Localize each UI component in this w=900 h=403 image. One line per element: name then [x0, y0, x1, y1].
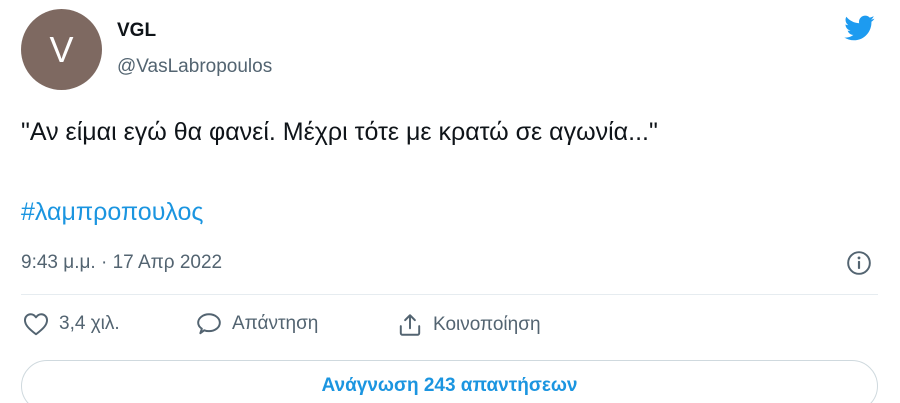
tweet-text: "Αν είμαι εγώ θα φανεί. Μέχρι τότε με κρ…: [21, 118, 658, 146]
hashtag-link[interactable]: #λαμπροπουλος: [21, 196, 203, 228]
share-icon: [399, 314, 421, 336]
divider: [21, 294, 878, 295]
info-icon[interactable]: [846, 250, 872, 276]
read-replies-button[interactable]: Ανάγνωση 243 απαντήσεων: [21, 360, 878, 403]
tweet-timestamp[interactable]: 9:43 μ.μ. · 17 Απρ 2022: [21, 252, 222, 274]
avatar[interactable]: V: [21, 9, 102, 90]
read-replies-label: Ανάγνωση 243 απαντήσεων: [321, 375, 578, 396]
avatar-letter: V: [49, 28, 74, 70]
reply-button[interactable]: Απάντηση: [196, 312, 318, 336]
speech-bubble-icon: [197, 313, 221, 335]
heart-icon: [23, 313, 49, 336]
tweet-embed: V VGL @VasLabropoulos "Αν είμαι εγώ θα φ…: [0, 0, 900, 403]
author-handle[interactable]: @VasLabropoulos: [117, 56, 272, 78]
share-button[interactable]: Κοινοποίηση: [397, 312, 541, 338]
author-display-name[interactable]: VGL: [117, 20, 156, 42]
like-count: 3,4 χιλ.: [59, 313, 120, 334]
reply-label: Απάντηση: [232, 313, 319, 334]
share-label: Κοινοποίηση: [433, 314, 541, 335]
like-button[interactable]: 3,4 χιλ.: [23, 312, 120, 336]
twitter-bird-icon[interactable]: [840, 12, 878, 44]
